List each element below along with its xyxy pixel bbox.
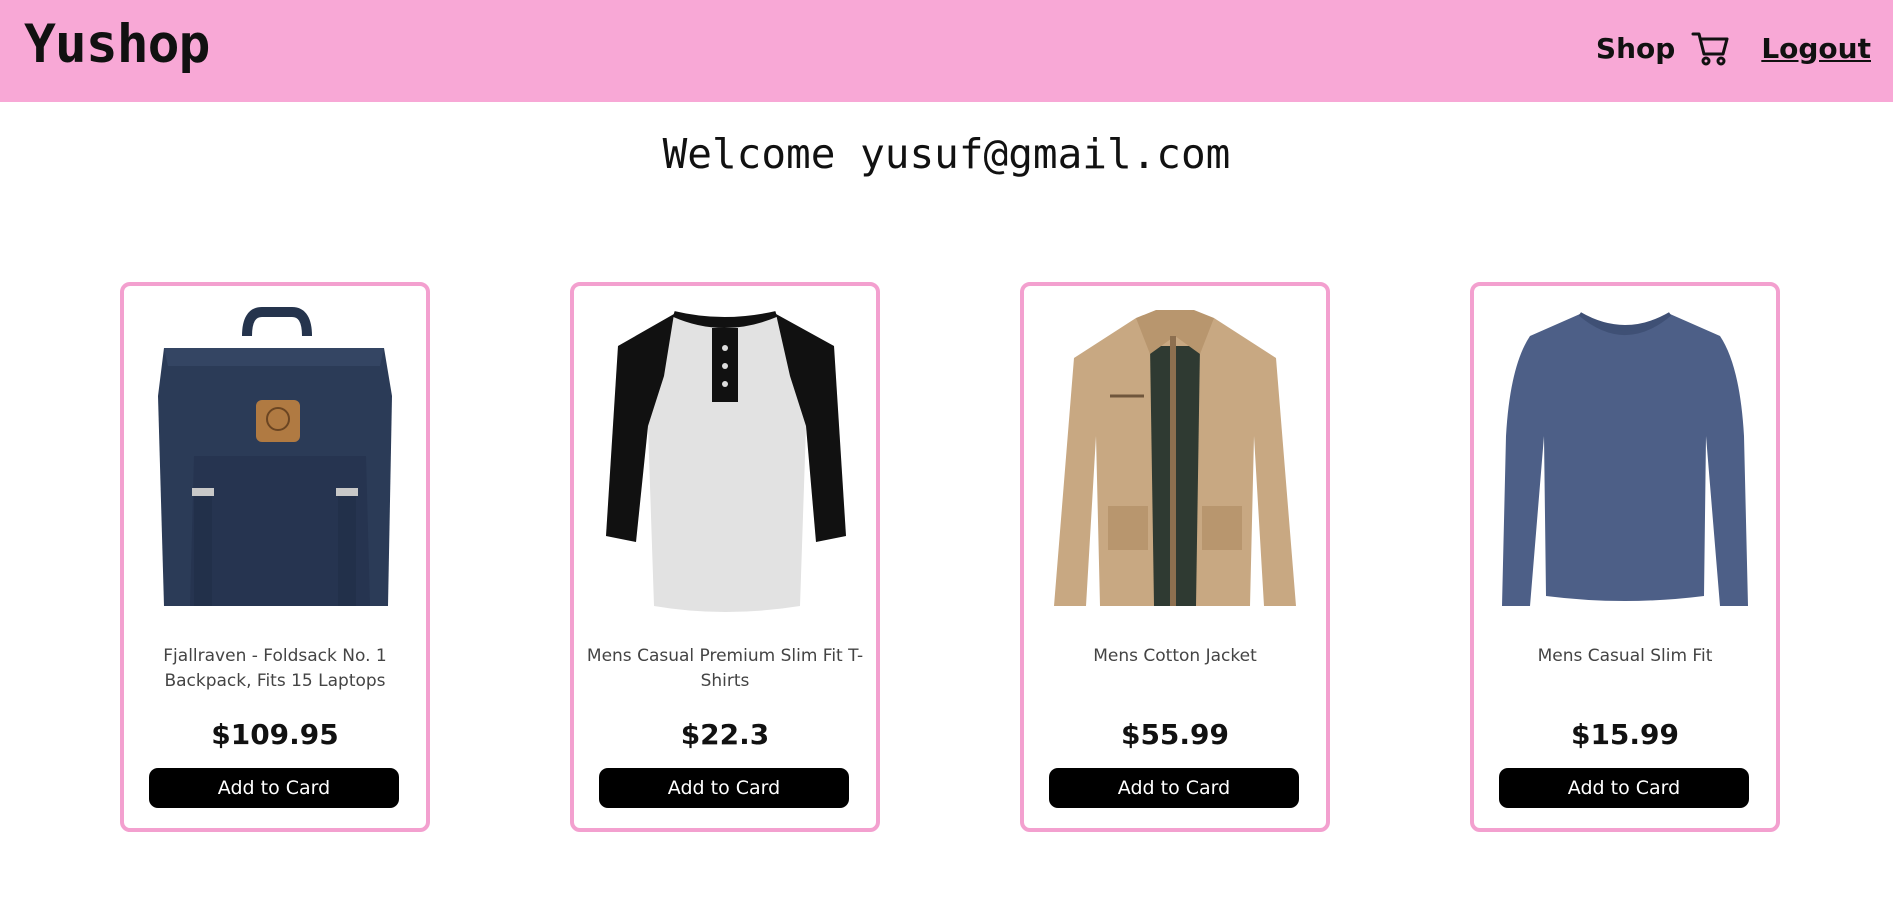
product-title: Mens Cotton Jacket bbox=[1093, 646, 1257, 666]
shop-link[interactable]: Shop bbox=[1596, 32, 1675, 65]
product-card: Fjallraven - Foldsack No. 1 Backpack, Fi… bbox=[120, 282, 430, 832]
product-price: $22.3 bbox=[680, 718, 770, 751]
product-card: Mens Cotton Jacket $55.99 Add to Card bbox=[1020, 282, 1330, 832]
product-image bbox=[594, 306, 856, 616]
add-to-card-button[interactable]: Add to Card bbox=[1049, 768, 1299, 808]
product-price: $109.95 bbox=[211, 718, 339, 751]
product-grid: Fjallraven - Foldsack No. 1 Backpack, Fi… bbox=[0, 282, 1893, 832]
product-card: Mens Casual Slim Fit $15.99 Add to Card bbox=[1470, 282, 1780, 832]
product-price: $15.99 bbox=[1570, 718, 1680, 751]
product-image bbox=[1494, 306, 1756, 616]
product-title: Fjallraven - Foldsack No. 1 Backpack, Fi… bbox=[163, 646, 387, 691]
product-title: Mens Casual Slim Fit bbox=[1537, 646, 1713, 666]
welcome-message: Welcome yusuf@gmail.com bbox=[662, 130, 1231, 178]
add-to-card-button[interactable]: Add to Card bbox=[149, 768, 399, 808]
add-to-card-button[interactable]: Add to Card bbox=[599, 768, 849, 808]
navbar: Yushop Shop Logout bbox=[0, 0, 1893, 102]
product-title: Mens Casual Premium Slim Fit T-Shirts bbox=[586, 646, 864, 691]
logout-link[interactable]: Logout bbox=[1761, 32, 1871, 65]
add-to-card-button[interactable]: Add to Card bbox=[1499, 768, 1749, 808]
product-image bbox=[144, 306, 406, 616]
nav-links: Shop Logout bbox=[1596, 24, 1871, 72]
product-price: $55.99 bbox=[1120, 718, 1230, 751]
cart-icon[interactable] bbox=[1691, 28, 1731, 68]
product-card: Mens Casual Premium Slim Fit T-Shirts $2… bbox=[570, 282, 880, 832]
brand-logo[interactable]: Yushop bbox=[24, 14, 210, 75]
product-image bbox=[1044, 306, 1306, 616]
